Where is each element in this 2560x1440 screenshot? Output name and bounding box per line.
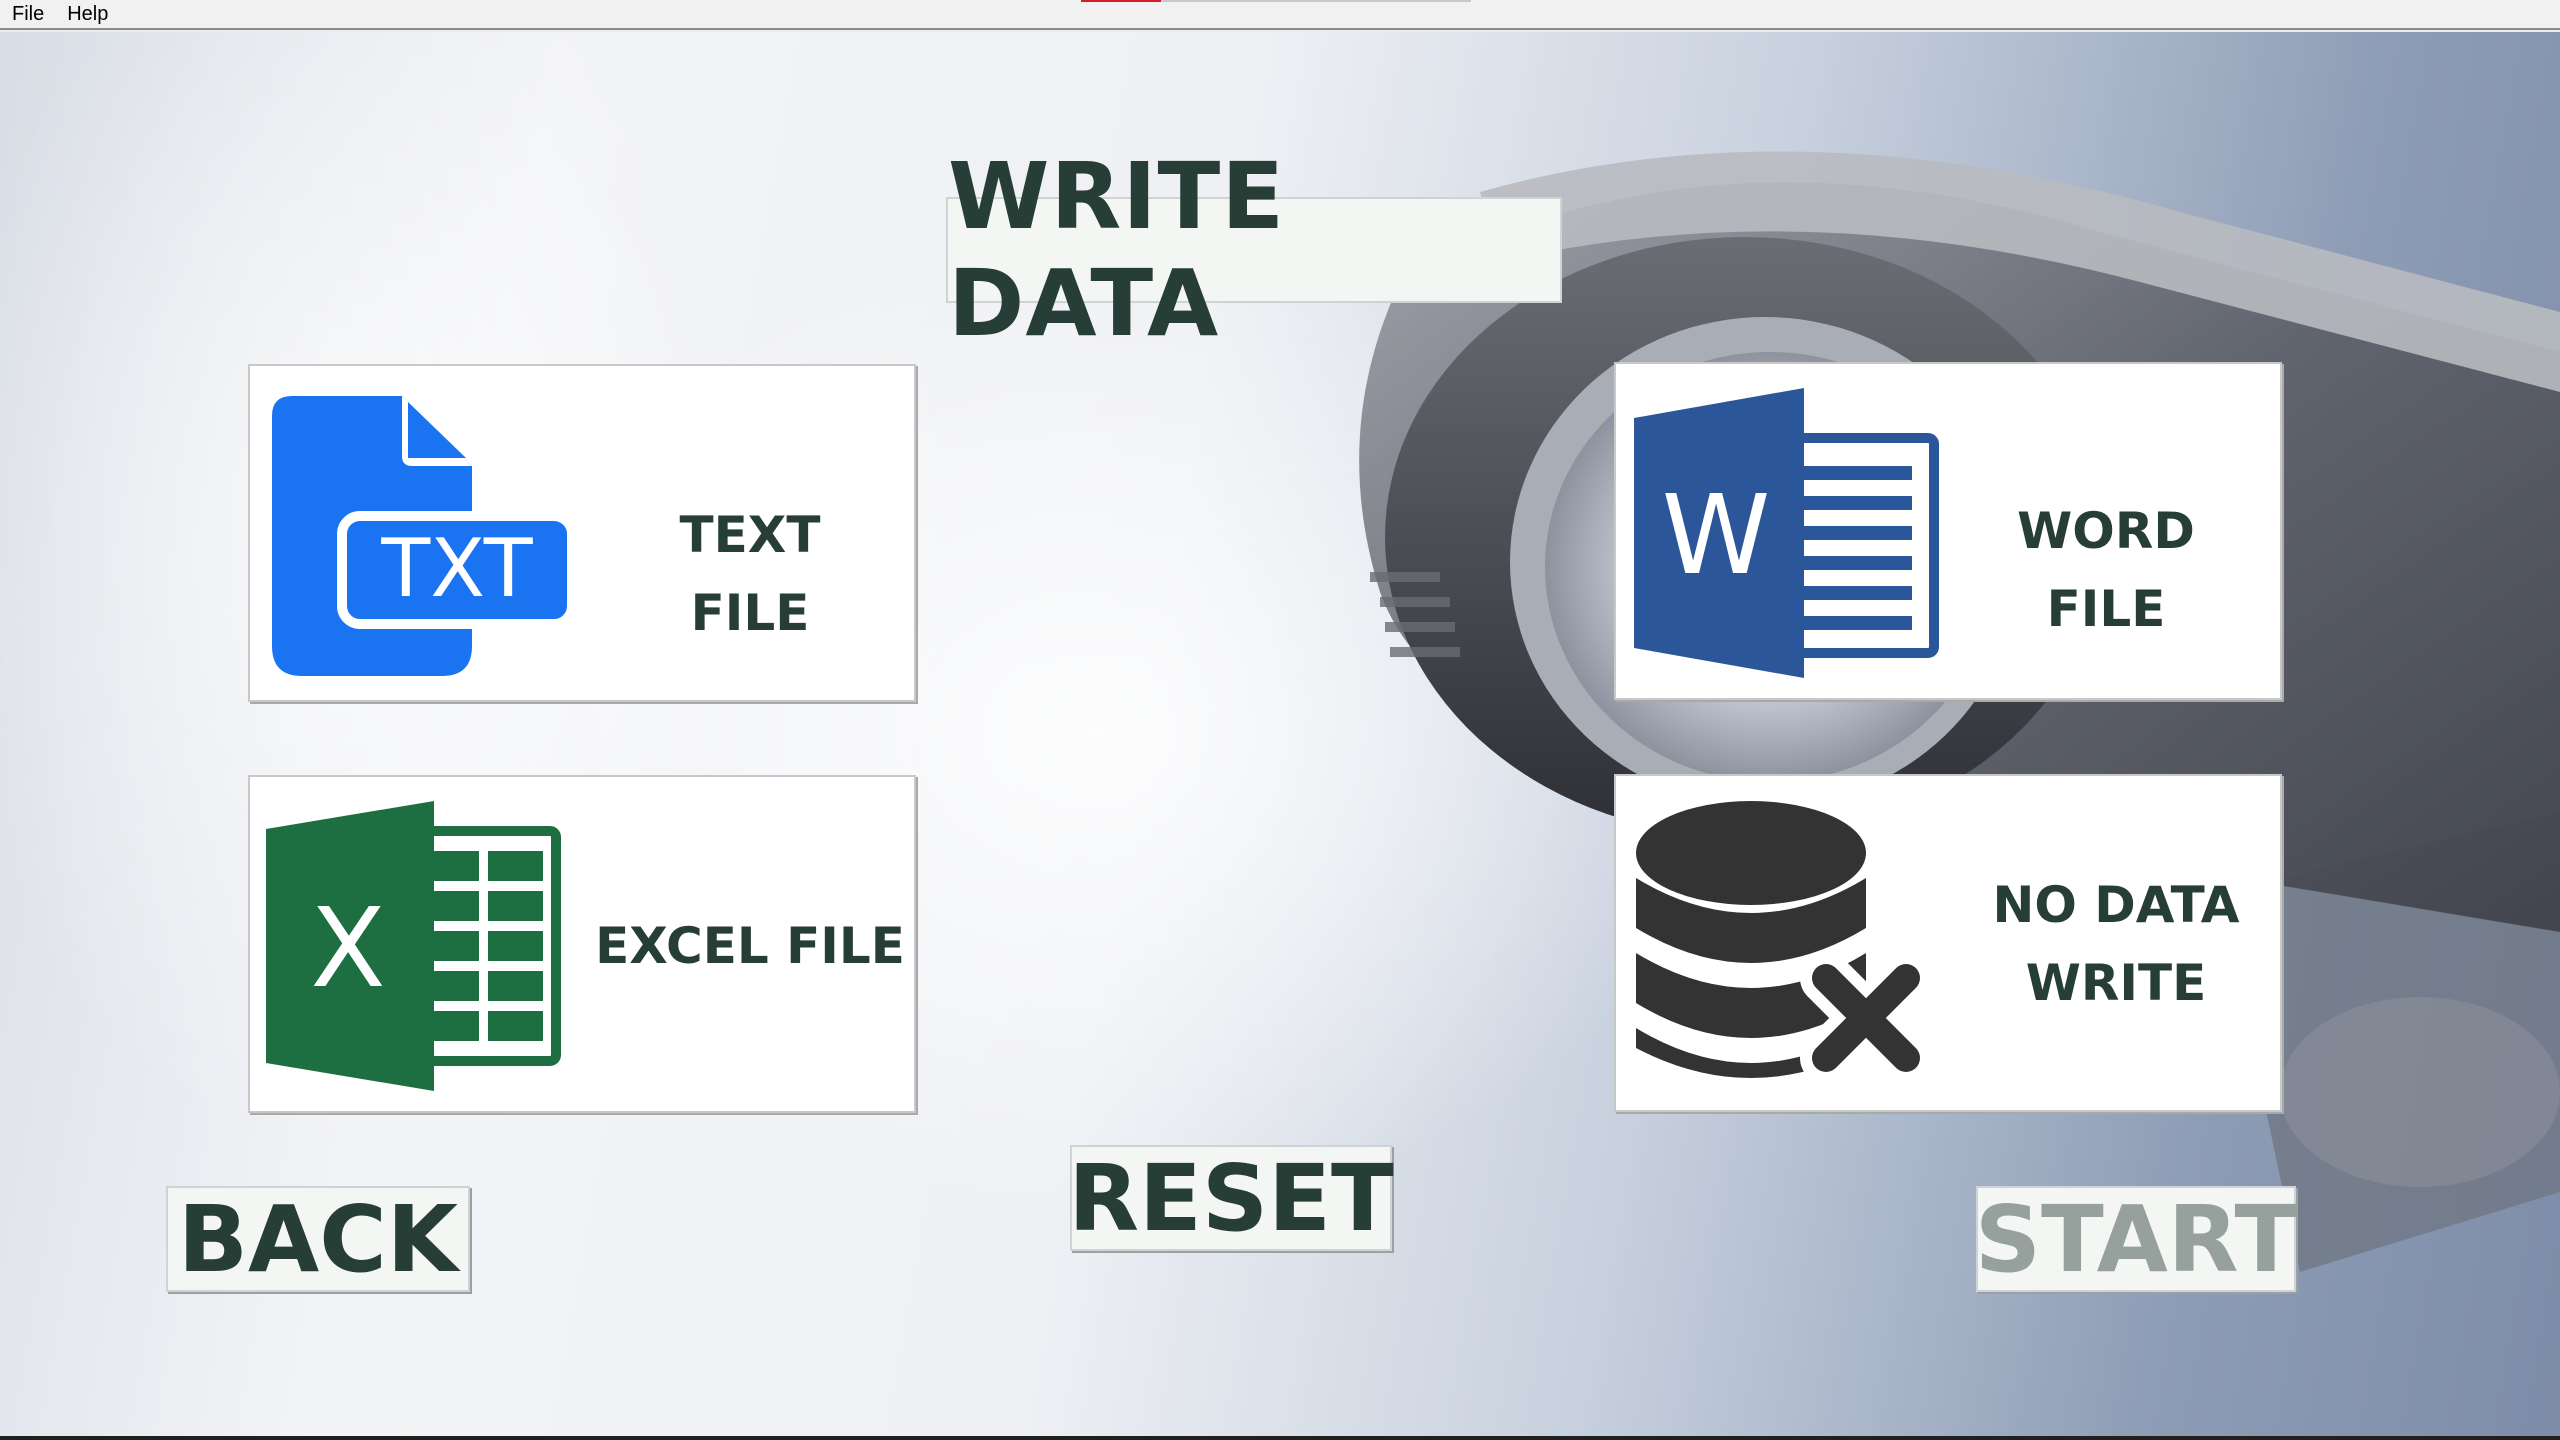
txt-icon-label: TXT [380, 522, 533, 615]
no-data-write-option[interactable]: NO DATA WRITE [1614, 774, 2282, 1112]
window-bottom-border [0, 1436, 2560, 1440]
excel-file-label: EXCEL FILE [595, 917, 905, 975]
menu-file[interactable]: File [0, 0, 55, 29]
text-file-label: TEXT FILE [679, 506, 821, 642]
excel-icon: X [266, 801, 561, 1091]
word-icon-letter: W [1662, 471, 1771, 599]
txt-file-icon: TXT [272, 396, 577, 676]
app-window: File Help WRITE DATA TXT TEXT FILE [0, 0, 2560, 1440]
back-button[interactable]: BACK [166, 1186, 470, 1293]
excel-icon-letter: X [310, 884, 385, 1012]
reset-button[interactable]: RESET [1068, 1145, 1394, 1252]
word-icon: W [1634, 388, 1939, 678]
menu-bar: File Help [0, 0, 2560, 30]
no-data-write-label-line2: WRITE [2025, 954, 2207, 1012]
no-data-write-label: NO DATA WRITE [1966, 866, 2266, 1022]
window-accent-bar [1081, 0, 1161, 2]
no-data-write-label-line1: NO DATA [1992, 876, 2240, 934]
window-accent-bar-gray [1161, 0, 1471, 2]
excel-file-option[interactable]: X EXCEL FILE [248, 775, 916, 1113]
word-file-label: WORD FILE [2017, 502, 2195, 638]
database-x-icon [1636, 801, 1932, 1084]
word-file-option[interactable]: W WORD FILE [1614, 362, 2282, 700]
start-button[interactable]: START [1975, 1186, 2298, 1293]
menu-help[interactable]: Help [55, 0, 119, 29]
text-file-option[interactable]: TXT TEXT FILE [248, 364, 916, 702]
page-title: WRITE DATA [946, 143, 1562, 357]
